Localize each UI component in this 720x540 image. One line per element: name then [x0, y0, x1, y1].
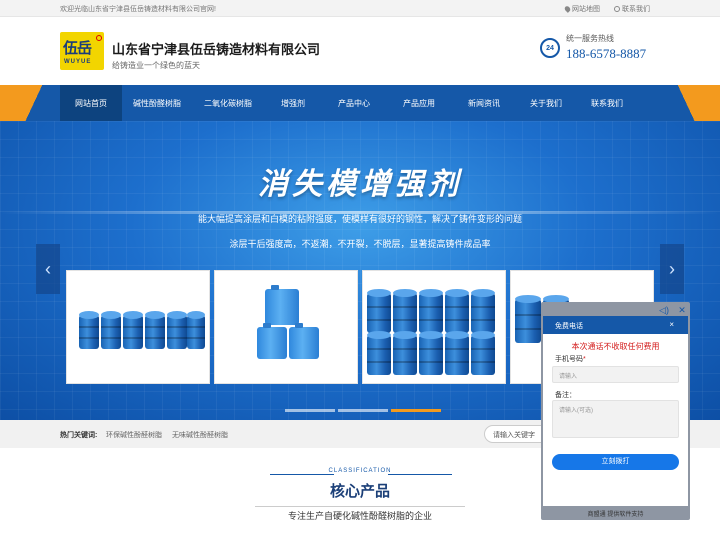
drum-image — [393, 289, 417, 333]
phone-input[interactable]: 请输入 — [552, 366, 679, 383]
nav-item-about[interactable]: 关于我们 — [516, 85, 576, 121]
popup-toolbar: ◁) ✕ — [659, 305, 687, 315]
nav-list: 网站首页 碱性酚醛树脂 二氧化碳树脂 增强剂 产品中心 产品应用 新闻资讯 关于… — [60, 85, 638, 121]
logo-en-text: WUYUE — [64, 59, 92, 65]
popup-window-close-icon[interactable]: ✕ — [677, 305, 687, 315]
banner-pagination — [285, 409, 441, 412]
banner-line-2: 涂层干后强度高，不返潮，不开裂，不脱层，显著提高铸件成品率 — [229, 239, 491, 249]
popup-body: 本次通话不收取任何费用 手机号码* 请输入 备注： 请输入(可选) 立刻拨打 — [543, 334, 688, 506]
search-input[interactable]: 请输入关键字 — [484, 425, 544, 443]
sitemap-label: 网站地图 — [572, 6, 600, 13]
main-nav: 网站首页 碱性酚醛树脂 二氧化碳树脂 增强剂 产品中心 产品应用 新闻资讯 关于… — [0, 85, 720, 121]
site-header: 伍岳 WUYUE 山东省宁津县伍岳铸造材料有限公司 给铸造业一个绿色的蓝天 24… — [0, 18, 720, 84]
hotline-number: 188-6578-8887 — [566, 46, 647, 61]
popup-title: 免费电话 — [555, 323, 583, 330]
logo-cn-text: 伍岳 — [63, 40, 92, 57]
jerry-can-image — [289, 323, 319, 359]
drum-image — [471, 331, 495, 375]
remark-textarea[interactable]: 请输入(可选) — [552, 400, 679, 438]
banner-title: 消失模增强剂 — [258, 168, 462, 201]
top-links: 网站地图 联系我们 — [563, 4, 650, 14]
popup-footer: 商盟通 提供软件支持 — [587, 512, 644, 518]
popup-header: 免费电话 × — [543, 316, 688, 334]
required-mark: * — [583, 356, 586, 363]
sitemap-link[interactable]: 网站地图 — [563, 4, 600, 14]
nav-accent-right — [660, 85, 720, 121]
drum-image — [419, 331, 443, 375]
drum-image — [167, 311, 187, 349]
free-call-note: 本次通话不收取任何费用 — [571, 342, 660, 351]
product-photo-jerry-cans[interactable] — [214, 270, 358, 384]
banner-line-1: 能大幅提高涂层和白模的粘附强度，使模样有很好的钢性，解决了铸件变形的问题 — [197, 214, 522, 224]
remark-field-label: 备注： — [555, 392, 576, 399]
registered-mark-icon — [96, 35, 102, 41]
nav-item-enhancer[interactable]: 增强剂 — [264, 85, 322, 121]
divider-line — [255, 506, 465, 507]
phone-label-text: 手机号码 — [555, 356, 583, 363]
company-name: 山东省宁津县伍岳铸造材料有限公司 — [112, 42, 321, 57]
nav-item-contact[interactable]: 联系我们 — [576, 85, 638, 121]
nav-accent-left — [0, 85, 60, 121]
banner-dot[interactable] — [285, 409, 335, 412]
drum-image — [445, 331, 469, 375]
hot-keyword-link[interactable]: 环保碱性酚醛树脂 — [106, 430, 162, 440]
phone-icon — [614, 6, 620, 12]
hot-keyword-link[interactable]: 无味碱性酚醛树脂 — [172, 430, 228, 440]
welcome-text: 欢迎光临山东省宁津县伍岳铸造材料有限公司官网! — [60, 6, 216, 13]
call-now-button[interactable]: 立刻拨打 — [552, 454, 679, 470]
hotline-24h-icon: 24 — [540, 38, 560, 58]
drum-image — [145, 311, 165, 349]
nav-item-home[interactable]: 网站首页 — [60, 85, 122, 121]
divider-line — [388, 474, 452, 475]
location-pin-icon — [563, 5, 572, 13]
company-slogan: 给铸造业一个绿色的蓝天 — [112, 61, 200, 70]
speaker-icon[interactable]: ◁) — [659, 305, 669, 315]
nav-item-alkaline-resin[interactable]: 碱性酚醛树脂 — [122, 85, 192, 121]
contact-link[interactable]: 联系我们 — [614, 4, 650, 14]
banner-dot[interactable] — [338, 409, 388, 412]
banner-next-arrow-icon[interactable]: › — [660, 244, 684, 294]
company-logo[interactable]: 伍岳 WUYUE — [60, 32, 104, 70]
page: 欢迎光临山东省宁津县伍岳铸造材料有限公司官网! 网站地图 联系我们 伍岳 WUY… — [0, 0, 720, 540]
nav-item-products[interactable]: 产品中心 — [322, 85, 386, 121]
drum-image — [367, 331, 391, 375]
nav-item-news[interactable]: 新闻资讯 — [452, 85, 516, 121]
phone-field-label: 手机号码* — [555, 354, 586, 364]
drum-image — [471, 289, 495, 333]
drum-image — [79, 311, 99, 349]
drum-image — [393, 331, 417, 375]
free-call-popup: ◁) ✕ 免费电话 × 本次通话不收取任何费用 手机号码* 请输入 备注： 请输… — [541, 302, 690, 520]
jerry-can-image — [265, 285, 299, 325]
hotline-label: 统一服务热线 — [566, 34, 614, 43]
nav-item-co2-resin[interactable]: 二氧化碳树脂 — [192, 85, 264, 121]
drum-image — [187, 311, 205, 349]
drum-image — [101, 311, 121, 349]
divider-line — [270, 474, 334, 475]
drum-image — [123, 311, 143, 349]
nav-item-applications[interactable]: 产品应用 — [386, 85, 452, 121]
hot-keywords-label: 热门关键词: — [60, 432, 98, 439]
drum-image — [367, 289, 391, 333]
banner-prev-arrow-icon[interactable]: ‹ — [36, 244, 60, 294]
jerry-can-image — [257, 323, 287, 359]
drum-image — [515, 295, 541, 343]
contact-label: 联系我们 — [622, 6, 650, 13]
top-bar: 欢迎光临山东省宁津县伍岳铸造材料有限公司官网! 网站地图 联系我们 — [0, 0, 720, 17]
popup-close-icon[interactable]: × — [669, 320, 674, 329]
drum-image — [445, 289, 469, 333]
product-photo-drums-stacked[interactable] — [362, 270, 506, 384]
drum-image — [419, 289, 443, 333]
banner-dot-active[interactable] — [391, 409, 441, 412]
product-photo-drums-row[interactable] — [66, 270, 210, 384]
